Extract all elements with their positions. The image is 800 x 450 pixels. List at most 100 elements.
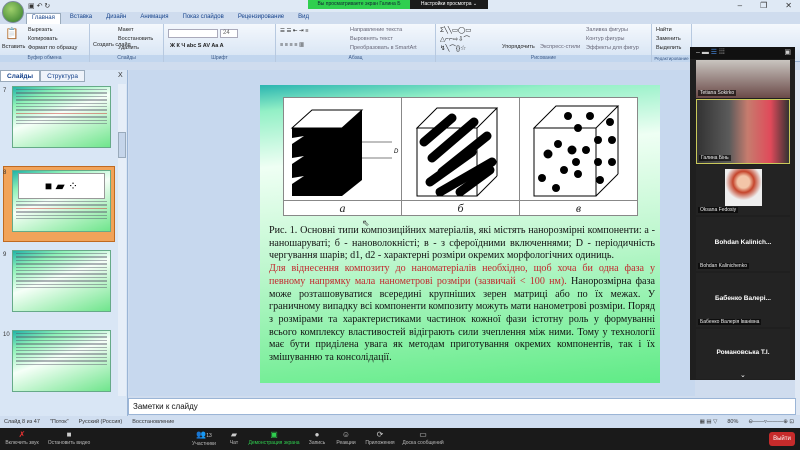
participant-name: Bohdan Kalinichenko <box>698 263 749 269</box>
scroll-down-icon[interactable]: ⌄ <box>740 371 746 379</box>
reactions-button[interactable]: ☺ Реакции <box>332 430 360 446</box>
align-buttons[interactable]: ≡ ≡ ≡ ≡ ▥ <box>280 42 304 48</box>
figure-label-a: а <box>284 200 401 215</box>
whiteboard-button[interactable]: ▭ Доска сообщений <box>400 430 446 446</box>
font-name-input[interactable] <box>168 29 218 38</box>
record-label: Запись <box>308 440 326 446</box>
drawing-group: Σ╲╲▭◯▭ △⌐⌐⇨⇩⌒ ↯╲⌒{}☆ Упорядочить Экспресс-… <box>436 24 652 62</box>
participant-avatar <box>725 169 762 206</box>
slide-canvas[interactable]: D а б в Рис. 1. Основні типи композиційн… <box>260 85 660 383</box>
group-label: Шрифт <box>164 55 275 62</box>
chat-button[interactable]: ▰ Чат <box>224 430 244 446</box>
shape-fill-button[interactable]: Заливка фигуры <box>586 27 628 33</box>
format-painter-button[interactable]: Формат по образцу <box>28 45 77 51</box>
view-buttons[interactable]: ▦ ▤ ▽ <box>700 419 718 425</box>
font-format-buttons[interactable]: Ж К Ч abc S AV Aa A <box>170 43 224 49</box>
tab-slides[interactable]: Слайды <box>0 70 41 82</box>
shape-effects-button[interactable]: Эффекты для фигур <box>586 45 639 51</box>
figure-spherical: в <box>520 98 637 215</box>
quick-styles-button[interactable]: Экспресс-стили <box>540 44 580 50</box>
tab-insert[interactable]: Вставка <box>65 13 97 24</box>
office-button[interactable] <box>2 1 24 23</box>
paragraph-group: ☰ ☰ ⇤ ⇥ ≡ ≡ ≡ ≡ ≡ ▥ Направление текста В… <box>276 24 436 62</box>
language[interactable]: Русский (Россия) <box>79 419 123 425</box>
zoom-level[interactable]: 80% <box>727 419 738 425</box>
tab-review[interactable]: Рецензирование <box>233 13 289 24</box>
unmute-button[interactable]: ✗ Включить звук <box>2 430 42 446</box>
slide-thumbnail-7[interactable] <box>12 86 111 148</box>
participant-name: Бабенко Валерія Іванівна <box>698 319 762 325</box>
text-direction-button[interactable]: Направление текста <box>350 27 402 33</box>
participant-tile[interactable]: Tetiana Sokirko <box>696 60 790 98</box>
reset-button[interactable]: Восстановить <box>118 36 153 42</box>
delete-button[interactable]: Удалить <box>118 45 139 51</box>
video-label: Остановить видео <box>47 440 91 446</box>
participant-tile[interactable]: Бабенко Валері... Бабенко Валерія Іванівн… <box>696 273 790 327</box>
font-size-input[interactable]: 24 <box>220 29 238 38</box>
select-button[interactable]: Выделить <box>656 45 681 51</box>
view-settings-button[interactable]: Настройки просмотра ⌄ <box>410 0 488 9</box>
tab-animation[interactable]: Анимация <box>135 13 173 24</box>
replace-button[interactable]: Заменить <box>656 36 681 42</box>
tab-view[interactable]: Вид <box>293 13 314 24</box>
figure-fibrous: б <box>402 98 520 215</box>
layout-button[interactable]: Макет <box>118 27 134 33</box>
slide-thumbnail-9[interactable] <box>12 250 111 312</box>
mouse-cursor-icon: ⇖ <box>362 218 370 228</box>
stop-video-button[interactable]: ■ Остановить видео <box>44 430 94 446</box>
close-icon[interactable]: ✕ <box>785 1 792 10</box>
figure-label-c: в <box>520 200 637 215</box>
arrange-button[interactable]: Упорядочить <box>502 44 535 50</box>
participants-button[interactable]: 👥13 Участники <box>186 430 222 447</box>
align-text-button[interactable]: Выровнять текст <box>350 36 393 42</box>
body-paragraph: Для віднесення композиту до наноматеріал… <box>269 263 655 365</box>
ribbon-tabs: Главная Вставка Дизайн Анимация Показ сл… <box>26 13 314 24</box>
participant-tile[interactable]: Oksana Fedosiy <box>696 165 790 215</box>
close-pane-icon[interactable]: X <box>118 72 123 79</box>
share-label: Демонстрация экрана <box>248 440 300 446</box>
shape-outline-button[interactable]: Контур фигуры <box>586 36 624 42</box>
slide-number: 9 <box>3 252 7 258</box>
smartart-button[interactable]: Преобразовать в SmartArt <box>350 45 417 51</box>
view-mode-icons[interactable]: – ▬ ☰ ⁞⁞⁞ <box>696 48 725 56</box>
notes-field[interactable]: Заметки к слайду <box>128 398 796 415</box>
tab-home[interactable]: Главная <box>26 13 61 24</box>
slide-thumbnail-8[interactable]: ■ ▰ ⁘ <box>12 170 111 232</box>
tab-slideshow[interactable]: Показ слайдов <box>178 13 229 24</box>
undo-icon[interactable]: ↶ <box>37 3 43 10</box>
participant-tile[interactable]: Романовська Т.І. ⌄ <box>696 329 790 379</box>
participant-tile-speaking[interactable]: Галина Бінь <box>696 99 790 164</box>
panel-header: – ▬ ☰ ⁞⁞⁞ ▣ <box>690 47 795 59</box>
save-icon[interactable]: ▣ <box>28 3 35 10</box>
list-buttons[interactable]: ☰ ☰ ⇤ ⇥ ≡ <box>280 28 308 34</box>
copy-button[interactable]: Копировать <box>28 36 58 42</box>
minimize-icon[interactable]: – <box>738 1 742 10</box>
participant-display-name: Бабенко Валері... <box>715 294 771 302</box>
group-label: Рисование <box>436 55 651 62</box>
tab-design[interactable]: Дизайн <box>101 13 131 24</box>
participant-tile[interactable]: Bohdan Kalinich... Bohdan Kalinichenko <box>696 217 790 271</box>
find-button[interactable]: Найти <box>656 27 672 33</box>
leave-button[interactable]: Выйти <box>769 432 795 446</box>
svg-text:D: D <box>394 149 399 155</box>
pane-scrollbar[interactable] <box>118 84 126 396</box>
popout-icon[interactable]: ▣ <box>784 48 791 56</box>
shapes-gallery[interactable]: Σ╲╲▭◯▭ △⌐⌐⇨⇩⌒ ↯╲⌒{}☆ <box>440 26 471 53</box>
redo-icon[interactable]: ↻ <box>44 3 50 10</box>
group-label: Абзац <box>276 55 435 62</box>
zoom-slider[interactable]: ⊖——▿———⊕ ⊡ <box>748 419 794 425</box>
paste-button[interactable]: Вставить <box>2 44 25 50</box>
tab-outline[interactable]: Структура <box>40 70 85 82</box>
share-screen-button[interactable]: ▣ Демонстрация экрана <box>246 430 302 446</box>
maximize-icon[interactable]: ❐ <box>760 1 767 10</box>
body-text: Нанорозмірна фаза може розташовуватися в… <box>269 275 656 364</box>
cut-button[interactable]: Вырезать <box>28 27 52 33</box>
editor-scrollbar[interactable] <box>795 70 800 415</box>
participant-display-name: Романовська Т.І. <box>716 349 770 356</box>
slides-group: Создать слайд Макет Восстановить Удалить… <box>90 24 164 62</box>
apps-button[interactable]: ⟳ Приложения <box>362 430 398 446</box>
record-button[interactable]: ● Запись <box>304 430 330 446</box>
slide-thumbnail-10[interactable] <box>12 330 111 392</box>
ribbon: 📋 Вставить Вырезать Копировать Формат по… <box>0 24 800 62</box>
group-label: Буфер обмена <box>0 55 89 62</box>
